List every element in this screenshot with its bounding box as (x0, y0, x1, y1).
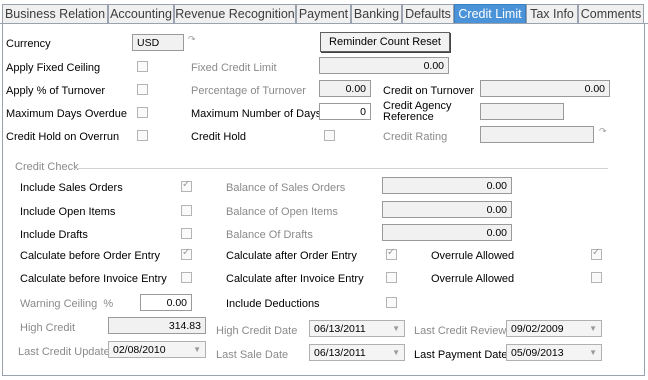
calc-after-order-checkbox[interactable] (386, 247, 397, 260)
tab-accounting[interactable]: Accounting (108, 4, 174, 23)
high-credit-field[interactable]: 314.83 (108, 317, 206, 334)
last-sale-date-value: 06/13/2011 (314, 347, 366, 359)
credit-check-divider (74, 168, 608, 169)
tab-payment[interactable]: Payment (296, 4, 351, 23)
chevron-down-icon: ▼ (392, 324, 400, 333)
credit-hold-on-overrun-checkbox[interactable] (137, 130, 148, 141)
tab-bar: Business Relation Accounting Revenue Rec… (0, 0, 648, 27)
last-payment-date-dropdown[interactable]: 05/09/2013 ▼ (506, 344, 602, 361)
include-deductions-checkbox[interactable] (386, 297, 397, 308)
apply-fixed-ceiling-checkbox[interactable] (137, 61, 148, 72)
high-credit-date-value: 06/13/2011 (314, 323, 366, 335)
link-icon[interactable]: ↷ (599, 126, 607, 137)
pct-turnover-field[interactable]: 0.00 (319, 80, 371, 97)
balance-drafts-field[interactable]: 0.00 (382, 224, 512, 241)
currency-field[interactable]: USD (132, 34, 184, 51)
chevron-down-icon: ▼ (589, 348, 597, 357)
link-icon[interactable]: ↷ (188, 34, 196, 45)
credit-hold-on-overrun-label: Credit Hold on Overrun (6, 131, 120, 143)
tab-credit-limit[interactable]: Credit Limit (454, 4, 526, 23)
last-credit-update-value: 02/08/2010 (113, 344, 166, 356)
max-days-overdue-checkbox[interactable] (137, 107, 148, 118)
balance-open-items-field[interactable]: 0.00 (382, 201, 512, 218)
currency-label: Currency (6, 38, 51, 50)
last-credit-review-value: 09/02/2009 (511, 323, 564, 335)
include-deductions-label: Include Deductions (226, 298, 320, 310)
include-sales-orders-label: Include Sales Orders (20, 182, 123, 194)
apply-fixed-ceiling-label: Apply Fixed Ceiling (6, 62, 101, 74)
max-days-overdue-label: Maximum Days Overdue (6, 108, 128, 120)
last-sale-date-label: Last Sale Date (216, 349, 289, 361)
credit-agency-reference-field[interactable] (480, 103, 564, 120)
include-drafts-checkbox[interactable] (181, 228, 192, 239)
warning-ceiling-label: Warning Ceiling % (20, 298, 114, 310)
calc-after-order-label: Calculate after Order Entry (226, 250, 357, 262)
include-drafts-label: Include Drafts (20, 229, 88, 241)
chevron-down-icon: ▼ (589, 324, 597, 333)
calc-before-order-label: Calculate before Order Entry (20, 250, 161, 262)
calc-after-invoice-checkbox[interactable] (386, 272, 397, 283)
last-credit-update-label: Last Credit Update (18, 346, 110, 358)
apply-pct-turnover-label: Apply % of Turnover (6, 85, 106, 97)
fixed-credit-limit-field[interactable]: 0.00 (319, 57, 449, 74)
credit-on-turnover-field[interactable]: 0.00 (480, 80, 610, 97)
last-sale-date-dropdown[interactable]: 06/13/2011 ▼ (309, 344, 405, 361)
calc-after-invoice-label: Calculate after Invoice Entry (226, 273, 364, 285)
include-open-items-checkbox[interactable] (181, 205, 192, 216)
warning-ceiling-field[interactable]: 0.00 (140, 294, 192, 311)
high-credit-date-label: High Credit Date (216, 325, 298, 337)
include-open-items-label: Include Open Items (20, 206, 116, 218)
last-credit-review-dropdown[interactable]: 09/02/2009 ▼ (506, 320, 602, 337)
credit-rating-field[interactable] (480, 126, 594, 143)
last-credit-review-label: Last Credit Review (414, 325, 507, 337)
tab-revenue-recognition[interactable]: Revenue Recognition (174, 4, 296, 23)
include-sales-orders-checkbox[interactable] (181, 179, 192, 192)
balance-drafts-label: Balance Of Drafts (226, 229, 313, 241)
overrule-allowed-1-checkbox[interactable] (591, 247, 602, 260)
tab-business-relation[interactable]: Business Relation (2, 4, 108, 23)
overrule-allowed-2-checkbox[interactable] (591, 272, 602, 283)
credit-hold-checkbox[interactable] (324, 130, 335, 141)
credit-on-turnover-label: Credit on Turnover (383, 85, 475, 97)
overrule-allowed-2-label: Overrule Allowed (431, 273, 515, 285)
calc-before-order-checkbox[interactable] (181, 247, 192, 260)
max-number-days-field[interactable]: 0 (319, 103, 371, 120)
credit-check-title: Credit Check (15, 161, 79, 173)
last-credit-update-dropdown[interactable]: 02/08/2010 ▼ (108, 341, 206, 358)
credit-agency-label-line2: Reference (383, 111, 434, 123)
max-number-days-label: Maximum Number of Days (191, 108, 322, 120)
high-credit-date-dropdown[interactable]: 06/13/2011 ▼ (309, 320, 405, 337)
tab-defaults[interactable]: Defaults (402, 4, 454, 23)
tab-tax-info[interactable]: Tax Info (526, 4, 578, 23)
overrule-allowed-1-label: Overrule Allowed (431, 250, 515, 262)
balance-sales-orders-field[interactable]: 0.00 (382, 177, 512, 194)
credit-hold-label: Credit Hold (191, 131, 247, 143)
apply-pct-turnover-checkbox[interactable] (137, 84, 148, 95)
high-credit-label: High Credit (20, 322, 76, 334)
tab-banking[interactable]: Banking (351, 4, 402, 23)
calc-before-invoice-label: Calculate before Invoice Entry (20, 273, 167, 285)
credit-rating-label: Credit Rating (383, 131, 448, 143)
pct-turnover-label: Percentage of Turnover (191, 85, 306, 97)
tab-comments[interactable]: Comments (578, 4, 644, 23)
chevron-down-icon: ▼ (392, 348, 400, 357)
balance-sales-orders-label: Balance of Sales Orders (226, 182, 346, 194)
chevron-down-icon: ▼ (193, 345, 201, 354)
last-payment-date-label: Last Payment Date (414, 349, 508, 361)
reminder-count-reset-button[interactable]: Reminder Count Reset (320, 32, 450, 52)
calc-before-invoice-checkbox[interactable] (181, 272, 192, 283)
last-payment-date-value: 05/09/2013 (511, 347, 564, 359)
balance-open-items-label: Balance of Open Items (226, 206, 338, 218)
fixed-credit-limit-label: Fixed Credit Limit (191, 62, 277, 74)
credit-agency-reference-label: Credit Agency Reference (383, 101, 451, 123)
